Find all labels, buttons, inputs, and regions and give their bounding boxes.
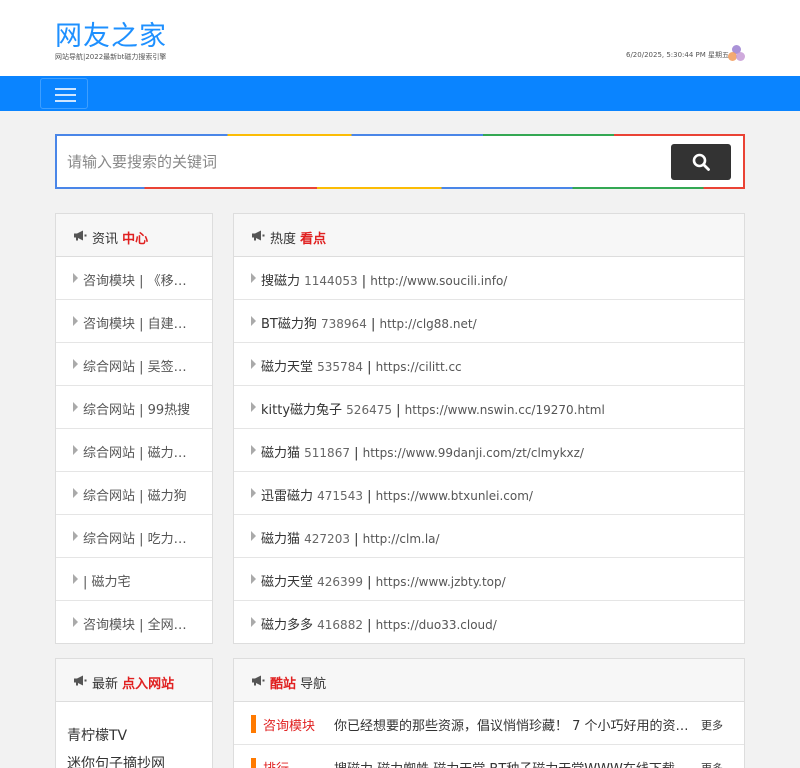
info-center-panel: 资讯 中心 咨询模块 | 《移动互联网》 咨询模块 | 自建网站 综合网站 | … — [55, 213, 213, 644]
caret-right-icon — [251, 402, 256, 412]
caret-right-icon — [73, 617, 78, 627]
caret-right-icon — [73, 531, 78, 541]
info-list-item[interactable]: 综合网站 | 磁力猫搜索 — [56, 429, 212, 472]
site-subtitle: 网站导航|2022最新bt磁力搜索引擎 — [55, 53, 167, 61]
cool-sites-panel: 酷站 导航 咨询模块 你已经想要的那些资源，倡议悄悄珍藏！ 7 个小巧好用的资源… — [233, 658, 745, 768]
megaphone-icon — [74, 675, 87, 686]
hot-list-item[interactable]: 迅雷磁力 471543 | https://www.btxunlei.com/ — [234, 472, 744, 515]
hot-list-item[interactable]: 磁力天堂 426399 | https://www.jzbty.top/ — [234, 558, 744, 601]
latest-site-link[interactable]: 迷你句子摘抄网 — [67, 753, 165, 768]
caret-right-icon — [251, 531, 256, 541]
info-list-item[interactable]: 综合网站 | 吃力网络 — [56, 515, 212, 558]
info-list-item[interactable]: 咨询模块 | 全网资源 — [56, 601, 212, 644]
menu-toggle-button[interactable] — [40, 78, 88, 109]
site-logo[interactable]: 网友之家 — [55, 14, 167, 53]
info-panel-title: 资讯 中心 — [92, 232, 149, 247]
megaphone-icon — [74, 230, 87, 241]
latest-panel-title: 最新 点入网站 — [92, 677, 175, 692]
caret-right-icon — [73, 273, 78, 283]
caret-right-icon — [73, 445, 78, 455]
caret-right-icon — [251, 617, 256, 627]
hot-topics-panel: 热度 看点 搜磁力 1144053 | http://www.soucili.i… — [233, 213, 745, 644]
cool-category-link[interactable]: 咨询模块 — [263, 715, 315, 734]
caret-right-icon — [251, 316, 256, 326]
info-panel-header: 资讯 中心 — [56, 214, 212, 257]
datetime-display: 6/20/2025, 5:30:44 PM 星期五 — [626, 51, 730, 59]
cool-category-link[interactable]: 排行 — [263, 758, 289, 768]
info-list-item[interactable]: 咨询模块 | 自建网站 — [56, 300, 212, 343]
cool-description-link[interactable]: 搜磁力 磁力蜘蛛 磁力天堂 BT种子磁力天堂WWW在线下载 — [334, 758, 696, 768]
caret-right-icon — [251, 488, 256, 498]
search-input[interactable] — [67, 146, 657, 178]
caret-right-icon — [251, 273, 256, 283]
caret-right-icon — [251, 445, 256, 455]
cool-nav-row: 排行 搜磁力 磁力蜘蛛 磁力天堂 BT种子磁力天堂WWW在线下载 更多 — [234, 745, 744, 768]
navbar — [0, 76, 800, 111]
info-list-item[interactable]: 综合网站 | 磁力狗 — [56, 472, 212, 515]
info-list-item[interactable]: 综合网站 | 吴签磁力 — [56, 343, 212, 386]
caret-right-icon — [73, 316, 78, 326]
hot-list-item[interactable]: 磁力天堂 535784 | https://cilitt.cc — [234, 343, 744, 386]
more-link[interactable]: 更多 — [701, 717, 723, 733]
caret-right-icon — [73, 359, 78, 369]
hot-list-item[interactable]: 搜磁力 1144053 | http://www.soucili.info/ — [234, 257, 744, 300]
site-header: 网友之家 网站导航|2022最新bt磁力搜索引擎 6/20/2025, 5:30… — [0, 0, 800, 76]
caret-right-icon — [251, 574, 256, 584]
hot-list-item[interactable]: 磁力多多 416882 | https://duo33.cloud/ — [234, 601, 744, 644]
theme-icon[interactable] — [728, 45, 746, 63]
cool-panel-header: 酷站 导航 — [234, 659, 744, 702]
caret-right-icon — [73, 488, 78, 498]
more-link[interactable]: 更多 — [701, 760, 723, 768]
info-list-item[interactable]: | 磁力宅 — [56, 558, 212, 601]
hot-list-item[interactable]: BT磁力狗 738964 | http://clg88.net/ — [234, 300, 744, 343]
caret-right-icon — [251, 359, 256, 369]
search-box — [55, 134, 745, 189]
caret-right-icon — [73, 402, 78, 412]
megaphone-icon — [252, 230, 265, 241]
info-list-item[interactable]: 咨询模块 | 《移动互联网》 — [56, 257, 212, 300]
latest-sites-panel: 最新 点入网站 青柠檬TV 迷你句子摘抄网 — [55, 658, 213, 768]
latest-site-link[interactable]: 青柠檬TV — [67, 725, 127, 745]
cool-description-link[interactable]: 你已经想要的那些资源，倡议悄悄珍藏！ 7 个小巧好用的资源网站 — [334, 715, 696, 734]
hot-panel-title: 热度 看点 — [270, 232, 327, 247]
search-icon — [692, 153, 710, 171]
caret-right-icon — [73, 574, 78, 584]
hot-list-item[interactable]: kitty磁力兔子 526475 | https://www.nswin.cc/… — [234, 386, 744, 429]
megaphone-icon — [252, 675, 265, 686]
hot-list-item[interactable]: 磁力猫 511867 | https://www.99danji.com/zt/… — [234, 429, 744, 472]
cool-panel-title: 酷站 导航 — [270, 677, 327, 692]
cool-nav-row: 咨询模块 你已经想要的那些资源，倡议悄悄珍藏！ 7 个小巧好用的资源网站 更多 — [234, 702, 744, 745]
hot-panel-header: 热度 看点 — [234, 214, 744, 257]
hot-list-item[interactable]: 磁力猫 427203 | http://clm.la/ — [234, 515, 744, 558]
info-list-item[interactable]: 综合网站 | 99热搜 — [56, 386, 212, 429]
search-button[interactable] — [671, 144, 731, 180]
latest-panel-header: 最新 点入网站 — [56, 659, 212, 702]
